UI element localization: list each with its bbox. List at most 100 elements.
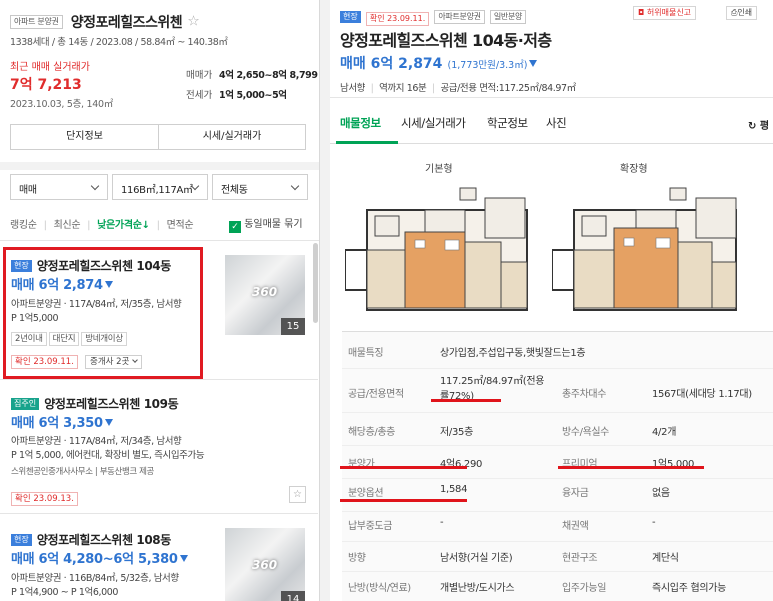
floor-plan-basic[interactable] (345, 180, 545, 320)
checkbox-checked-icon: ✓ (229, 221, 241, 233)
table-row: 납부중도금 - 채권액 - (342, 512, 773, 542)
recent-price-label: 최근 매매 실거래가 (10, 62, 90, 73)
divider (330, 97, 773, 98)
divider (0, 240, 319, 241)
report-label: 허위매물신고 (646, 8, 692, 17)
refresh-icon: ↻ (748, 121, 757, 132)
jeonse-price-label: 전세가 (186, 90, 213, 101)
recent-price: 7억 7,213 (10, 77, 82, 93)
listing-item[interactable]: 집주인 양정포레힐즈스위첸 109동 매매 6억 3,350 아파트분양권 · … (0, 380, 318, 514)
sort-ranking[interactable]: 랭킹순 (10, 220, 37, 231)
agent-count: 중개사 2곳 (90, 357, 130, 367)
area-select[interactable]: 116B㎡,117A㎡ (112, 174, 208, 200)
badge-onsite: 현장 (11, 534, 32, 546)
sort-latest[interactable]: 최신순 (54, 220, 81, 231)
listing-photo[interactable]: 360 14 (225, 528, 305, 601)
row-label: 채권액 (562, 521, 589, 532)
listing-price-text: 매매 6억 3,350 (11, 416, 103, 431)
sort-area[interactable]: 면적순 (167, 220, 194, 231)
row-label: 납부중도금 (348, 521, 393, 532)
market-price-button[interactable]: 시세/실거래가 (159, 125, 305, 149)
row-value: - (652, 517, 656, 528)
listing-footer: 확인 23.09.13. (11, 486, 78, 506)
annotation-underline (431, 399, 501, 402)
app-root: 아파트 분양권 양정포레힐즈스위첸 ☆ 1338세대 / 총 14동 / 202… (0, 0, 773, 601)
listing-price-text: 매매 6억 4,280~6억 5,380 (11, 552, 178, 567)
row-label: 해당층/총층 (348, 427, 395, 438)
unit-price: (1,773만원/3.3㎡) (447, 60, 528, 71)
detail-subinfo: 남서향 | 역까지 16분 | 공급/전용 면적:117.25㎡/84.97㎡ (340, 83, 576, 94)
row-value: 즉시입주 협의가능 (652, 583, 727, 594)
tab-market-price[interactable]: 시세/실거래가 (401, 115, 466, 131)
annotation-underline (340, 466, 467, 469)
row-value: 없음 (652, 488, 670, 499)
active-tab-indicator (336, 141, 398, 144)
listing-detail: 아파트분양권 · 117A/84㎡, 저/34층, 남서향 (11, 436, 182, 447)
row-value: 계단식 (652, 553, 679, 564)
price-down-icon (104, 281, 113, 288)
sort-arrow-icon: ↓ (141, 220, 150, 231)
favorite-star-icon[interactable]: ☆ (187, 14, 200, 30)
detail-price: 매매 6억 2,874 (1,773만원/3.3㎡) (340, 53, 538, 73)
detail-tabs: 매물정보 시세/실거래가 학군정보 사진 ↻ 평 (330, 100, 773, 144)
dong-value: 전체동 (221, 185, 248, 196)
photo-count: 15 (281, 318, 305, 335)
row-label: 총주차대수 (562, 389, 607, 400)
listing-chips: 2년이내 대단지 방네개이상 (11, 326, 129, 346)
listing-source: 스위첸공인중개사사무소 | 부동산뱅크 제공 (11, 467, 154, 477)
listing-title: 집주인 양정포레힐즈스위첸 109동 (11, 393, 179, 412)
row-label: 방향 (348, 553, 366, 564)
table-row: 분양가 4억6,290 프리미엄 1억5,000 (342, 446, 773, 479)
listing-item[interactable]: 현장 양정포레힐즈스위첸 108동 매매 6억 4,280~6억 5,380 아… (0, 514, 318, 601)
deal-type-value: 매매 (19, 185, 37, 196)
badge-onsite: 현장 (11, 260, 32, 272)
listing-photo[interactable]: 360 15 (225, 255, 305, 335)
report-button[interactable]: ◘ 허위매물신고 (633, 6, 697, 20)
price-down-icon (529, 60, 538, 67)
chevron-down-icon (132, 357, 139, 363)
listing-item[interactable]: 현장 양정포레힐즈스위첸 104동 매매 6억 2,874 아파트분양권 · 1… (0, 243, 318, 380)
annotation-underline (558, 466, 704, 469)
table-row: 매물특징 상가입점,주섭입구동,햇빛잘드는1층 (342, 331, 773, 369)
tab-photos[interactable]: 사진 (546, 115, 567, 131)
scrollbar-thumb[interactable] (313, 243, 318, 323)
deal-type-select[interactable]: 매매 (10, 174, 108, 200)
floor-plan-expanded[interactable] (552, 180, 757, 320)
detail-tags: 현장 확인 23.09.11. 아파트분양권 일반분양 (340, 6, 527, 26)
listing-premium: P 1억5,000 (11, 313, 59, 324)
dong-select[interactable]: 전체동 (212, 174, 308, 200)
sort-bar: 랭킹순 | 최신순 | 낮은가격순↓ | 면적순 (10, 220, 194, 231)
annotation-underline (340, 499, 467, 502)
row-value: 저/35층 (440, 427, 473, 438)
row-label: 난방(방식/연료) (348, 583, 411, 594)
favorite-star-icon[interactable]: ☆ (289, 486, 306, 503)
same-listing-toggle[interactable]: ✓ 동일매물 묶기 (229, 215, 303, 233)
pyeong-toggle[interactable]: ↻ 평 (748, 117, 769, 132)
panel-gap (320, 0, 330, 601)
agent-dropdown[interactable]: 중개사 2곳 (85, 355, 143, 369)
sort-low-price[interactable]: 낮은가격순↓ (97, 220, 150, 231)
row-label: 방수/욕실수 (562, 427, 609, 438)
plan-basic-label: 기본형 (425, 164, 453, 175)
badge-owner: 집주인 (11, 398, 40, 410)
complex-name: 양정포레힐즈스위첸 (70, 14, 183, 31)
row-label: 입주가능일 (562, 583, 607, 594)
chevron-down-icon (290, 181, 300, 191)
listing-title-text: 양정포레힐즈스위첸 108동 (36, 533, 171, 547)
tab-school[interactable]: 학군정보 (487, 115, 528, 131)
row-value: 남서향(거실 기준) (440, 553, 513, 564)
row-value: 4/2개 (652, 427, 677, 438)
section-divider (0, 162, 319, 170)
confirm-date: 확인 23.09.13. (11, 492, 78, 506)
row-value: 1,584 (440, 484, 468, 495)
complex-info-button[interactable]: 단지정보 (11, 125, 159, 149)
row-label: 분양옵션 (348, 488, 384, 499)
direction: 남서향 (340, 83, 366, 94)
station-distance: 역까지 16분 (379, 83, 427, 94)
table-row: 해당층/총층 저/35층 방수/욕실수 4/2개 (342, 413, 773, 446)
listing-detail: 아파트분양권 · 116B/84㎡, 5/32층, 남서향 (11, 573, 179, 584)
listing-price: 매매 6억 4,280~6억 5,380 (11, 548, 188, 567)
tab-listing-info[interactable]: 매물정보 (340, 115, 381, 131)
listing-title: 현장 양정포레힐즈스위첸 104동 (11, 255, 171, 274)
print-button[interactable]: ⎙인쇄 (726, 6, 758, 20)
